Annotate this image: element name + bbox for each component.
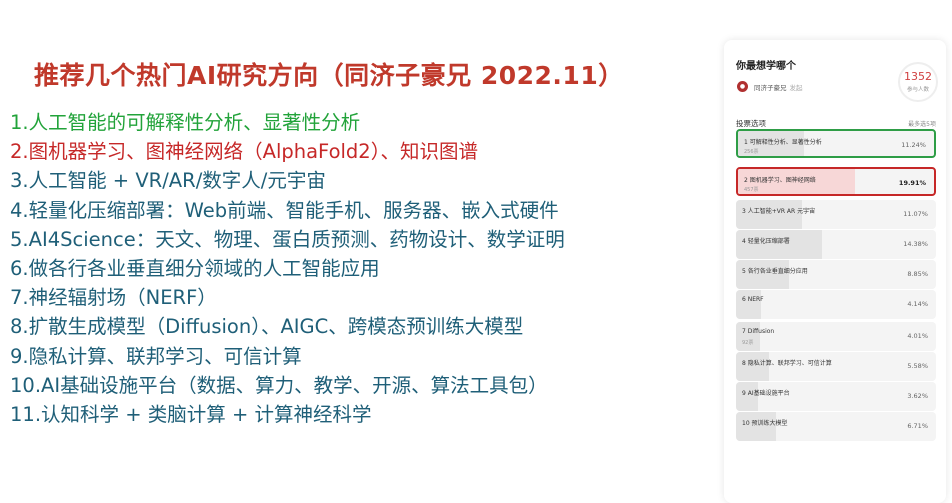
topic-number: 11.	[10, 402, 42, 426]
topic-number: 2.	[10, 140, 29, 164]
topic-text: 图机器学习、图神经网络（AlphaFold2）、知识图谱	[28, 140, 478, 164]
topic-item: 1.人工智能的可解释性分析、显著性分析	[10, 108, 565, 137]
option-label: 6 NERF	[742, 296, 764, 303]
option-label: 5 各行各业垂直细分应用	[742, 268, 808, 275]
topic-number: 10.	[10, 373, 42, 397]
topic-number: 9.	[10, 344, 29, 368]
option-label: 10 预训练大模型	[742, 420, 788, 427]
poll-option[interactable]: 9 AI基础设施平台 3.62%	[736, 382, 936, 411]
poll-panel: 你最想学哪个 ● 同济子豪兄 发起 1352 参与人数 投票选项 最多选5项 1 …	[724, 40, 946, 503]
topic-list: 1.人工智能的可解释性分析、显著性分析 2.图机器学习、图神经网络（AlphaFo…	[10, 108, 565, 429]
option-percent: 6.71%	[907, 422, 928, 430]
poll-option[interactable]: 5 各行各业垂直细分应用 8.85%	[736, 260, 936, 289]
topic-item: 11.认知科学 + 类脑计算 + 计算神经科学	[10, 400, 565, 429]
participant-count-badge: 1352 参与人数	[898, 62, 938, 102]
participant-label: 参与人数	[906, 87, 929, 93]
option-label: 4 轻量化压缩部署	[742, 238, 790, 245]
topic-item: 8.扩散生成模型（Diffusion）、AIGC、跨模态预训练大模型	[10, 312, 565, 341]
option-label: 3 人工智能+VR AR 元宇宙	[742, 208, 816, 215]
option-votes: 457票	[744, 187, 759, 193]
poll-question: 你最想学哪个	[736, 61, 796, 72]
topic-item: 9.隐私计算、联邦学习、可信计算	[10, 342, 565, 371]
topic-text: 认知科学 + 类脑计算 + 计算神经科学	[41, 402, 372, 426]
topic-number: 1.	[10, 111, 29, 134]
option-percent: 19.91%	[898, 179, 926, 187]
slide-title: 推荐几个热门AI研究方向（同济子豪兄 2022.11）	[34, 61, 624, 90]
topic-number: 8.	[10, 315, 29, 339]
poll-option[interactable]: 2 图机器学习、图神经网络 457票 19.91%	[736, 167, 936, 196]
option-percent: 3.62%	[907, 392, 928, 400]
topic-text: 人工智能 + VR/AR/数字人/元宇宙	[28, 169, 326, 193]
author-avatar[interactable]: ●	[737, 81, 748, 92]
option-votes: 92票	[742, 340, 754, 346]
option-label: 9 AI基础设施平台	[742, 390, 790, 397]
topic-item: 6.做各行各业垂直细分领域的人工智能应用	[10, 254, 565, 283]
poll-option[interactable]: 10 预训练大模型 6.71%	[736, 412, 936, 441]
option-label: 2 图机器学习、图神经网络	[744, 177, 816, 184]
topic-number: 5.	[10, 227, 29, 251]
option-progress-fill	[736, 322, 761, 351]
option-label: 7 Diffusion	[742, 328, 775, 335]
topic-number: 6.	[10, 256, 29, 280]
topic-item: 4.轻量化压缩部署：Web前端、智能手机、服务器、嵌入式硬件	[10, 196, 565, 225]
topic-item: 5.AI4Science：天文、物理、蛋白质预测、药物设计、数学证明	[10, 225, 565, 254]
topic-number: 3.	[10, 169, 29, 193]
option-progress-fill	[736, 290, 761, 319]
poll-option[interactable]: 6 NERF 4.14%	[736, 290, 936, 319]
poll-option[interactable]: 3 人工智能+VR AR 元宇宙 11.07%	[736, 200, 936, 229]
topic-item: 2.图机器学习、图神经网络（AlphaFold2）、知识图谱	[10, 137, 565, 166]
option-percent: 4.14%	[907, 300, 928, 308]
topic-text: 人工智能的可解释性分析、显著性分析	[28, 111, 361, 134]
topic-item: 7.神经辐射场（NERF）	[10, 283, 565, 312]
poll-author: 同济子豪兄 发起	[754, 82, 803, 92]
option-label: 1 可解释性分析、显著性分析	[744, 139, 822, 146]
option-percent: 11.07%	[903, 210, 928, 218]
option-label: 8 隐私计算、联邦学习、可信计算	[742, 360, 832, 367]
author-meta: 发起	[789, 84, 803, 92]
topic-text: 扩散生成模型（Diffusion）、AIGC、跨模态预训练大模型	[28, 315, 524, 339]
options-heading: 投票选项	[736, 119, 766, 128]
poll-option[interactable]: 7 Diffusion 92票 4.01%	[736, 322, 936, 351]
option-percent: 14.38%	[903, 240, 928, 248]
poll-option[interactable]: 4 轻量化压缩部署 14.38%	[736, 230, 936, 259]
author-name: 同济子豪兄	[754, 84, 787, 92]
topic-text: 隐私计算、联邦学习、可信计算	[28, 344, 302, 368]
poll-option[interactable]: 1 可解释性分析、显著性分析 256票 11.24%	[736, 129, 936, 158]
topic-text: AI基础设施平台（数据、算力、教学、开源、算法工具包）	[41, 373, 548, 397]
topic-text: 做各行各业垂直细分领域的人工智能应用	[28, 256, 380, 280]
topic-text: AI4Science：天文、物理、蛋白质预测、药物设计、数学证明	[28, 227, 565, 251]
topic-number: 4.	[10, 198, 29, 222]
option-votes: 256票	[744, 149, 759, 155]
topic-text: 神经辐射场（NERF）	[28, 286, 217, 310]
options-note: 最多选5项	[908, 121, 936, 128]
topic-number: 7.	[10, 286, 29, 310]
option-percent: 8.85%	[907, 270, 928, 278]
participant-count: 1352	[904, 70, 932, 83]
option-percent: 11.24%	[901, 141, 926, 149]
topic-item: 10.AI基础设施平台（数据、算力、教学、开源、算法工具包）	[10, 371, 565, 400]
poll-option[interactable]: 8 隐私计算、联邦学习、可信计算 5.58%	[736, 352, 936, 381]
option-percent: 4.01%	[907, 332, 928, 340]
option-percent: 5.58%	[907, 362, 928, 370]
topic-text: 轻量化压缩部署：Web前端、智能手机、服务器、嵌入式硬件	[28, 198, 559, 222]
topic-item: 3.人工智能 + VR/AR/数字人/元宇宙	[10, 166, 565, 195]
